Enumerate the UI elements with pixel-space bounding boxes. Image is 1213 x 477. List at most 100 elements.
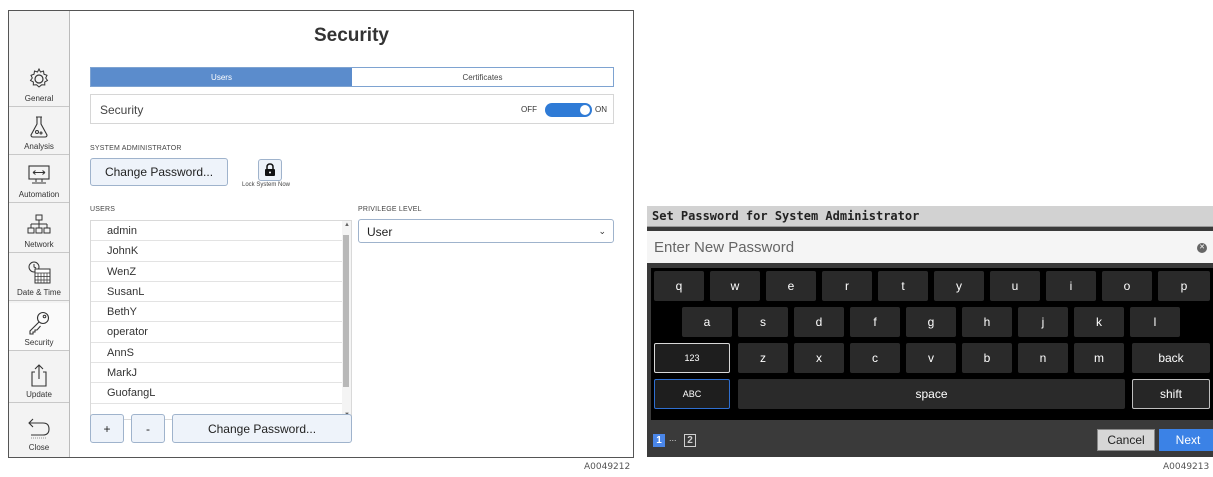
key-t[interactable]: t [878, 271, 928, 301]
system-admin-label: SYSTEM ADMINISTRATOR [90, 145, 182, 152]
key-i[interactable]: i [1046, 271, 1096, 301]
user-row-markj[interactable]: MarkJ [91, 363, 343, 384]
sidebar-item-label: Update [26, 390, 52, 399]
scroll-up-icon[interactable]: ▲ [344, 222, 350, 228]
sidebar-item-label: Security [24, 338, 54, 347]
key-u[interactable]: u [990, 271, 1040, 301]
user-row-bethy[interactable]: BethY [91, 302, 343, 323]
upload-icon [31, 364, 47, 387]
main-content: Security Users Certificates Security OFF… [70, 11, 633, 457]
gear-icon [29, 67, 49, 88]
scroll-thumb[interactable] [343, 235, 349, 387]
key-k[interactable]: k [1074, 307, 1124, 337]
sidebar-item-network[interactable]: Network [9, 205, 69, 253]
sidebar-item-general[interactable]: General [9, 59, 69, 107]
page-title: Security [314, 25, 389, 46]
sidebar-item-update[interactable]: Update [9, 355, 69, 403]
flask-icon [30, 116, 48, 138]
user-row-guofangl[interactable]: GuofangL [91, 383, 343, 404]
sidebar-item-label: Automation [18, 190, 60, 199]
key-q[interactable]: q [654, 271, 704, 301]
key-123[interactable]: 123 [654, 343, 730, 373]
key-c[interactable]: c [850, 343, 900, 373]
password-placeholder: Enter New Password [654, 239, 795, 256]
monitor-arrows-icon [28, 165, 50, 184]
key-s[interactable]: s [738, 307, 788, 337]
security-toggle[interactable] [545, 103, 592, 117]
user-row-wenz[interactable]: WenZ [91, 262, 343, 282]
sidebar-item-analysis[interactable]: Analysis [9, 107, 69, 155]
next-button[interactable]: Next [1159, 429, 1213, 451]
dialog-title-bar: Set Password for System Administrator [647, 206, 1213, 227]
toggle-knob [580, 105, 590, 115]
users-label: USERS [90, 206, 116, 213]
key-l[interactable]: l [1130, 307, 1180, 337]
sidebar-item-label: Date & Time [16, 288, 61, 297]
key-p[interactable]: p [1158, 271, 1210, 301]
tab-bar: Users Certificates [90, 67, 614, 87]
key-o[interactable]: o [1102, 271, 1152, 301]
remove-user-button[interactable]: - [131, 414, 165, 443]
key-z[interactable]: z [738, 343, 788, 373]
key-a[interactable]: a [682, 307, 732, 337]
network-icon [27, 214, 51, 234]
tab-users[interactable]: Users [91, 68, 352, 86]
new-password-input[interactable]: Enter New Password ✕ [647, 231, 1213, 263]
toggle-on-label: ON [595, 105, 607, 114]
key-g[interactable]: g [906, 307, 956, 337]
key-e[interactable]: e [766, 271, 816, 301]
keyboard-page-1[interactable]: 1 [653, 434, 665, 447]
key-abc[interactable]: ABC [654, 379, 730, 409]
sidebar-item-label: Close [28, 443, 50, 452]
key-m[interactable]: m [1074, 343, 1124, 373]
key-h[interactable]: h [962, 307, 1012, 337]
user-row-susanl[interactable]: SusanL [91, 282, 343, 303]
chevron-down-icon: ⌄ [598, 226, 606, 236]
sidebar-item-label: Analysis [24, 142, 54, 151]
key-d[interactable]: d [794, 307, 844, 337]
key-icon [29, 311, 50, 335]
users-scrollbar[interactable]: ▲ ▼ [342, 221, 351, 419]
lock-system-button[interactable] [258, 159, 282, 181]
sidebar: General Analysis Automation Network Date… [9, 11, 70, 457]
key-n[interactable]: n [1018, 343, 1068, 373]
user-row-admin[interactable]: admin [91, 221, 343, 242]
security-label: Security [100, 103, 144, 117]
cancel-button[interactable]: Cancel [1097, 429, 1155, 451]
dialog-title: Set Password for System Administrator [652, 209, 920, 223]
key-f[interactable]: f [850, 307, 900, 337]
sidebar-item-label: General [24, 94, 54, 103]
privilege-level-select[interactable]: User ⌄ [358, 219, 614, 243]
shift-key[interactable]: shift [1132, 379, 1210, 409]
key-v[interactable]: v [906, 343, 956, 373]
tab-certificates[interactable]: Certificates [352, 68, 613, 86]
admin-change-password-button[interactable]: Change Password... [90, 158, 228, 186]
key-w[interactable]: w [710, 271, 760, 301]
calendar-clock-icon [28, 261, 51, 284]
keyboard-page-2[interactable]: 2 [684, 434, 696, 447]
settings-window: General Analysis Automation Network Date… [8, 10, 634, 458]
space-key[interactable]: space [738, 379, 1125, 409]
add-user-button[interactable]: + [90, 414, 124, 443]
sidebar-item-automation[interactable]: Automation [9, 155, 69, 203]
key-y[interactable]: y [934, 271, 984, 301]
backspace-key[interactable]: back [1132, 343, 1210, 373]
key-x[interactable]: x [794, 343, 844, 373]
sidebar-item-date-time[interactable]: Date & Time [9, 253, 69, 301]
users-list[interactable]: admin JohnK WenZ SusanL BethY operator A… [90, 220, 352, 420]
key-j[interactable]: j [1018, 307, 1068, 337]
privilege-level-label: PRIVILEGE LEVEL [358, 206, 422, 213]
user-row-operator[interactable]: operator [91, 322, 343, 343]
sidebar-item-close[interactable]: Close [9, 407, 69, 455]
clear-icon[interactable]: ✕ [1197, 243, 1207, 253]
sidebar-item-label: Network [24, 240, 54, 249]
user-row-anns[interactable]: AnnS [91, 343, 343, 364]
user-row-johnk[interactable]: JohnK [91, 241, 343, 262]
sidebar-item-security[interactable]: Security [9, 303, 69, 351]
key-b[interactable]: b [962, 343, 1012, 373]
dialog-footer: 1 ... 2 Cancel Next [647, 424, 1213, 457]
figure-caption-left: A0049212 [584, 462, 631, 472]
figure-caption-right: A0049213 [1163, 462, 1210, 472]
user-change-password-button[interactable]: Change Password... [172, 414, 352, 443]
key-r[interactable]: r [822, 271, 872, 301]
